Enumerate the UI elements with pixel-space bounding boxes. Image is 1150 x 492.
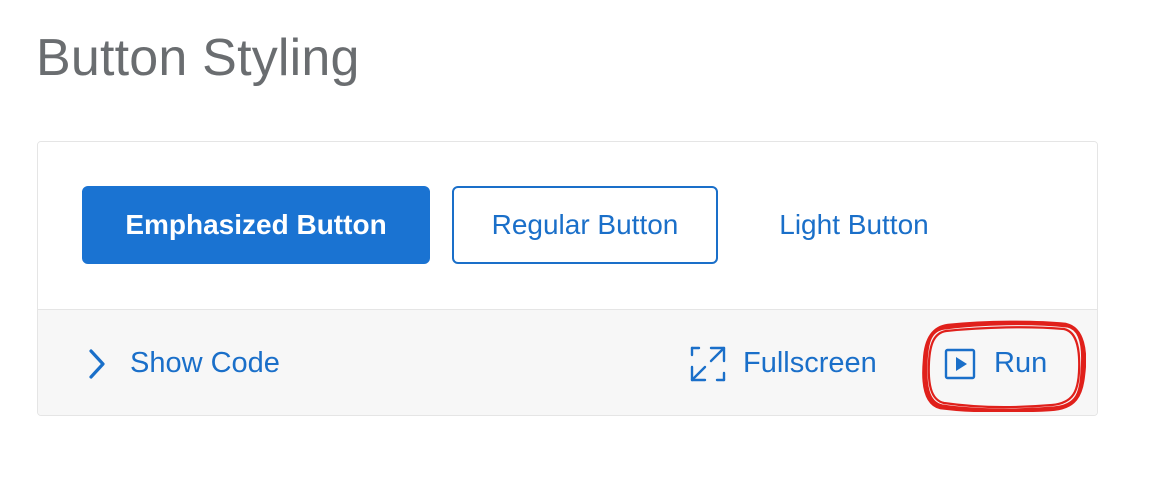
regular-button[interactable]: Regular Button	[452, 186, 718, 264]
show-code-label: Show Code	[130, 347, 280, 379]
fullscreen-button[interactable]: Fullscreen	[689, 310, 877, 415]
fullscreen-icon	[689, 345, 727, 383]
sample-toolbar: Show Code Fullscreen Run	[38, 310, 1097, 415]
fullscreen-label: Fullscreen	[743, 347, 877, 379]
show-code-button[interactable]: Show Code	[86, 310, 280, 415]
page-title: Button Styling	[36, 29, 360, 87]
run-button[interactable]: Run	[944, 310, 1048, 415]
chevron-right-icon	[86, 347, 108, 381]
run-label: Run	[994, 347, 1048, 379]
play-icon	[944, 348, 976, 380]
sample-card: Emphasized Button Regular Button Light B…	[37, 141, 1098, 416]
preview-area: Emphasized Button Regular Button Light B…	[38, 142, 1097, 310]
light-button[interactable]: Light Button	[748, 186, 960, 264]
emphasized-button[interactable]: Emphasized Button	[82, 186, 430, 264]
